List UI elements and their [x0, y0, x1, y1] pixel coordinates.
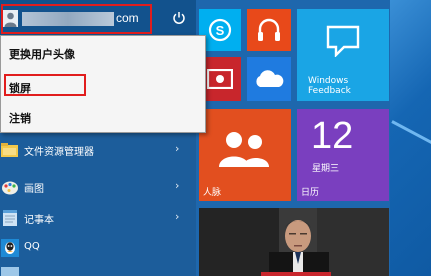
- user-menu-dropdown: 更换用户头像 锁屏 注销: [0, 35, 206, 133]
- sign-out-menu-item[interactable]: 注销: [9, 110, 31, 126]
- calendar-weekday: 星期三: [312, 164, 340, 174]
- change-avatar-menu-item[interactable]: 更换用户头像: [9, 46, 75, 62]
- folder-icon: [1, 143, 18, 157]
- tile-label-calendar: 日历: [301, 188, 320, 198]
- tile-label-windows-feedback: Windows Feedback: [308, 76, 351, 96]
- tile-calendar[interactable]: 12 星期三 日历: [297, 109, 389, 201]
- tile-news[interactable]: [199, 208, 389, 276]
- video-icon: [207, 69, 233, 89]
- tile-onedrive[interactable]: [247, 57, 291, 101]
- app-label-paint: 画图: [24, 184, 44, 195]
- chevron-right-icon[interactable]: ›: [175, 179, 179, 192]
- app-label-file-explorer: 文件资源管理器: [24, 147, 94, 158]
- list-item-file-explorer[interactable]: 文件资源管理器 ›: [0, 137, 196, 163]
- paint-icon: [2, 181, 18, 195]
- power-icon[interactable]: [172, 11, 186, 25]
- list-item-qq[interactable]: QQ: [0, 235, 196, 261]
- feedback-icon: [326, 25, 360, 57]
- app-label-qq: QQ: [24, 241, 40, 252]
- headphones-icon: [258, 18, 280, 41]
- svg-text:S: S: [216, 23, 225, 38]
- calendar-day: 12: [311, 115, 354, 157]
- cloud-icon: [256, 70, 284, 87]
- tile-label-people: 人脉: [203, 188, 222, 198]
- tile-people[interactable]: 人脉: [199, 109, 291, 201]
- user-highlight-box: [1, 4, 152, 34]
- notepad-icon: [3, 210, 17, 226]
- app-label-notepad: 记事本: [24, 215, 54, 226]
- skype-icon: S: [208, 18, 232, 42]
- list-item-partial[interactable]: [0, 264, 196, 276]
- chevron-right-icon[interactable]: ›: [175, 210, 179, 223]
- qq-icon: [1, 239, 19, 257]
- lock-screen-menu-item[interactable]: 锁屏: [9, 80, 31, 96]
- tile-windows-feedback[interactable]: Windows Feedback: [297, 9, 389, 101]
- news-photo-image: [199, 208, 389, 276]
- tile-music[interactable]: [247, 9, 291, 51]
- user-account-row[interactable]: com: [0, 0, 196, 38]
- chevron-right-icon[interactable]: ›: [175, 142, 179, 155]
- list-item-paint[interactable]: 画图 ›: [0, 174, 196, 200]
- app-icon-partial: [1, 267, 19, 276]
- people-icon: [219, 132, 269, 167]
- list-item-notepad[interactable]: 记事本 ›: [0, 205, 196, 231]
